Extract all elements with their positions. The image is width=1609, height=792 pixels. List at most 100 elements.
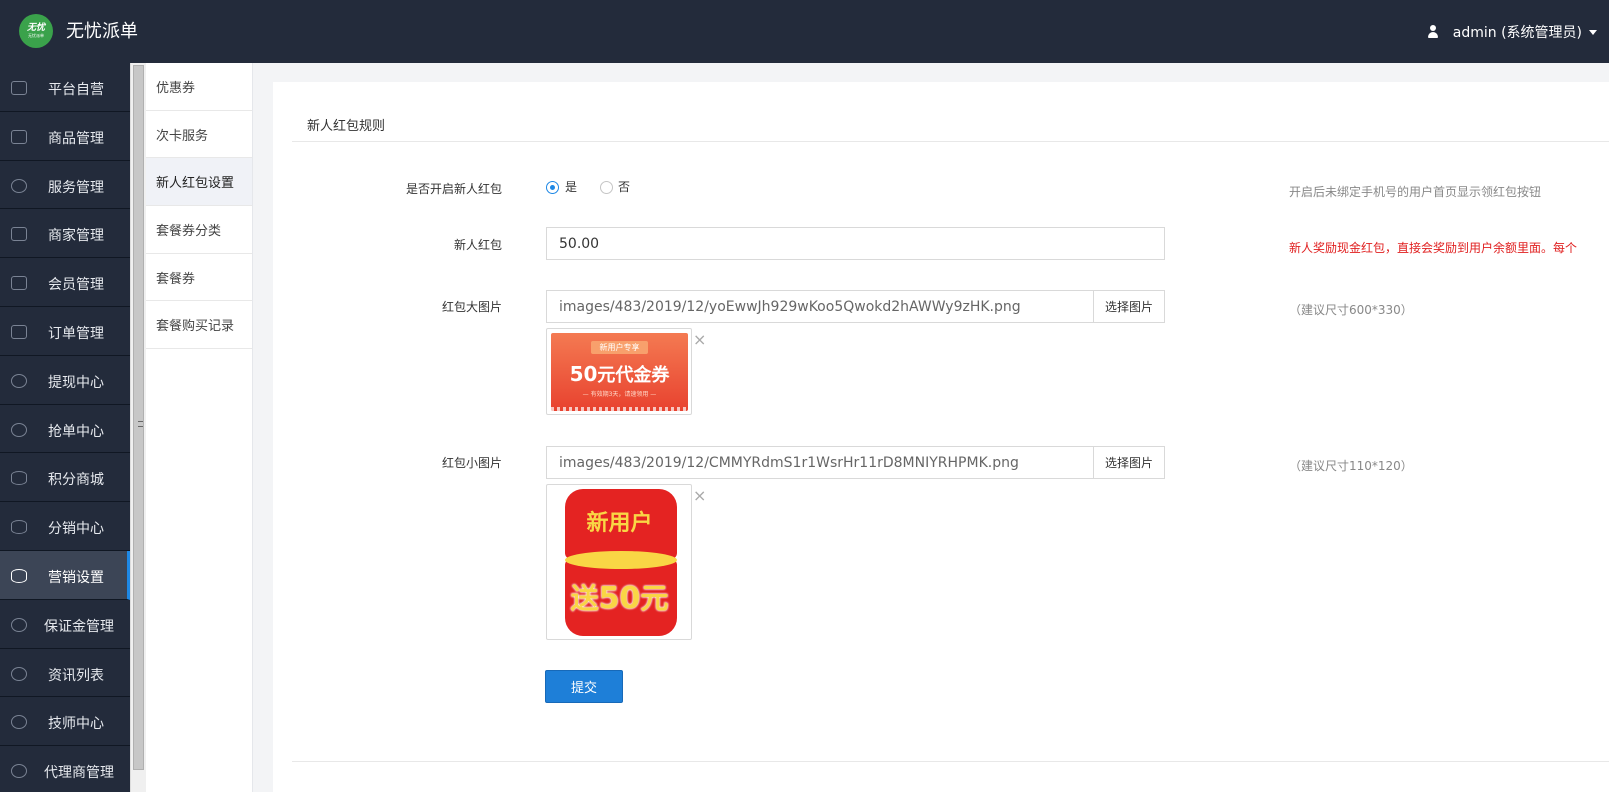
envelope-prefix: 送 — [570, 582, 599, 615]
redpack-amount-label: 新人红包 — [453, 238, 502, 252]
sidebar-item-label: 商品管理 — [48, 130, 104, 147]
enable-yes-label[interactable]: 是 — [565, 178, 577, 195]
subnav-item-newcomer-redpack[interactable]: 新人红包设置 — [146, 158, 252, 207]
big-image-label: 红包大图片 — [441, 300, 502, 314]
subnav-item-package-purchases[interactable]: 套餐购买记录 — [146, 301, 252, 350]
coupon-tag: 新用户专享 — [591, 341, 648, 354]
user-menu[interactable]: admin (系统管理员) — [1427, 22, 1597, 42]
sidebar-scrollbar[interactable] — [130, 63, 146, 792]
shield-icon — [11, 764, 27, 779]
database-icon — [11, 568, 27, 583]
sidebar-item-marketing[interactable]: 营销设置 — [0, 550, 130, 600]
money-bag-icon — [11, 422, 27, 437]
sidebar-item-points-mall[interactable]: 积分商城 — [0, 453, 130, 503]
sidebar-item-label: 抢单中心 — [48, 423, 104, 440]
redpack-amount-input[interactable] — [546, 227, 1165, 260]
shield-icon — [11, 666, 27, 681]
envelope-seal — [565, 551, 677, 569]
sub-navigation: 优惠券 次卡服务 新人红包设置 套餐券分类 套餐券 套餐购买记录 — [146, 63, 253, 792]
subnav-item-coupons[interactable]: 优惠券 — [146, 63, 252, 111]
small-image-path-input[interactable] — [546, 446, 1095, 479]
scrollbar-thumb[interactable] — [133, 65, 144, 770]
sidebar-item-services[interactable]: 服务管理 — [0, 161, 130, 210]
coupon-note: — 有效期3天，请速领用 — — [582, 391, 657, 398]
top-navbar: 无忧 无忧派单 无忧派单 admin (系统管理员) — [0, 0, 1609, 63]
enable-redpack-label: 是否开启新人红包 — [405, 182, 502, 196]
big-image-path-input[interactable] — [546, 290, 1095, 323]
app-logo[interactable]: 无忧 无忧派单 — [19, 14, 53, 48]
red-envelope-image: 新用户 送50元 — [551, 489, 688, 636]
app-title: 无忧派单 — [66, 21, 138, 42]
coupon-amount: 50 — [569, 362, 598, 386]
sidebar-item-grab-orders[interactable]: 抢单中心 — [0, 405, 130, 454]
diamond-icon — [11, 276, 27, 291]
coupon-image: 新用户专享 50元代金券 — 有效期3天，请速领用 — — [551, 333, 688, 411]
divider — [292, 141, 1609, 142]
list-icon — [11, 324, 27, 339]
sidebar-item-label: 服务管理 — [48, 179, 104, 196]
sidebar-item-technicians[interactable]: 技师中心 — [0, 697, 130, 747]
subnav-item-package-category[interactable]: 套餐券分类 — [146, 206, 252, 254]
shield-icon — [11, 715, 27, 730]
enable-no-radio[interactable] — [600, 181, 613, 194]
remove-big-image-icon[interactable]: × — [693, 332, 706, 348]
sidebar-item-label: 代理商管理 — [44, 765, 114, 782]
small-image-label: 红包小图片 — [441, 456, 502, 470]
sidebar-item-label: 商家管理 — [48, 228, 104, 245]
database-icon — [11, 520, 27, 535]
envelope-amount: 50 — [598, 581, 641, 616]
big-image-size-hint: （建议尺寸600*330） — [1289, 303, 1413, 317]
sidebar-item-platform[interactable]: 平台自营 — [0, 63, 130, 112]
remove-small-image-icon[interactable]: × — [693, 488, 706, 504]
sidebar-item-orders[interactable]: 订单管理 — [0, 307, 130, 356]
logo-text: 无忧 — [26, 23, 45, 33]
big-image-preview: 新用户专享 50元代金券 — 有效期3天，请速领用 — — [546, 328, 692, 415]
enable-help-text: 开启后未绑定手机号的用户首页显示领红包按钮 — [1289, 185, 1542, 199]
envelope-line1: 新用户 — [586, 511, 653, 536]
logo-subtext: 无忧派单 — [28, 33, 44, 38]
envelope-suffix: 元 — [640, 582, 669, 615]
sidebar-item-merchants[interactable]: 商家管理 — [0, 209, 130, 259]
sidebar-item-deposit[interactable]: 保证金管理 — [0, 600, 130, 649]
subnav-item-count-card[interactable]: 次卡服务 — [146, 111, 252, 159]
sidebar-item-label: 营销设置 — [48, 569, 104, 586]
redpack-amount-help: 新人奖励现金红包，直接会奖励到用户余额里面。每个 — [1289, 241, 1578, 255]
sidebar-item-news[interactable]: 资讯列表 — [0, 649, 130, 698]
sidebar-item-label: 积分商城 — [48, 472, 104, 489]
small-image-choose-button[interactable]: 选择图片 — [1093, 446, 1165, 479]
sidebar-item-goods[interactable]: 商品管理 — [0, 112, 130, 161]
divider — [292, 761, 1609, 762]
sidebar-item-distribution[interactable]: 分销中心 — [0, 502, 130, 551]
small-image-size-hint: （建议尺寸110*120） — [1289, 459, 1413, 473]
shield-icon — [11, 617, 27, 632]
submit-button[interactable]: 提交 — [545, 670, 623, 703]
heart-icon — [11, 178, 27, 193]
enable-yes-radio[interactable] — [546, 181, 559, 194]
sidebar-item-agents[interactable]: 代理商管理 — [0, 746, 130, 792]
scrollbar-grip-icon — [138, 421, 143, 427]
user-name: admin (系统管理员) — [1452, 25, 1582, 41]
sidebar-item-label: 订单管理 — [48, 325, 104, 342]
coupon-perforation — [551, 407, 688, 411]
coupon-headline: 50元代金券 — [551, 361, 688, 387]
sidebar-item-members[interactable]: 会员管理 — [0, 258, 130, 307]
monitor-icon — [11, 81, 27, 95]
coupon-text: 元代金券 — [597, 365, 670, 386]
sidebar-item-label: 平台自营 — [48, 82, 104, 98]
database-icon — [11, 471, 27, 486]
sidebar-item-label: 资讯列表 — [48, 667, 104, 684]
subnav-item-package-coupons[interactable]: 套餐券 — [146, 254, 252, 302]
sidebar-item-label: 提现中心 — [48, 374, 104, 391]
big-image-choose-button[interactable]: 选择图片 — [1093, 290, 1165, 323]
sidebar-item-label: 分销中心 — [48, 521, 104, 538]
store-icon — [11, 227, 27, 242]
envelope-line2: 送50元 — [551, 577, 688, 617]
sidebar-item-withdrawals[interactable]: 提现中心 — [0, 356, 130, 405]
sidebar-item-label: 技师中心 — [48, 716, 104, 733]
sidebar-item-label: 会员管理 — [48, 277, 104, 294]
box-icon — [11, 129, 27, 144]
user-icon — [1427, 25, 1439, 39]
card-title: 新人红包规则 — [307, 119, 386, 134]
enable-no-label[interactable]: 否 — [618, 178, 630, 195]
small-image-preview: 新用户 送50元 — [546, 484, 692, 640]
